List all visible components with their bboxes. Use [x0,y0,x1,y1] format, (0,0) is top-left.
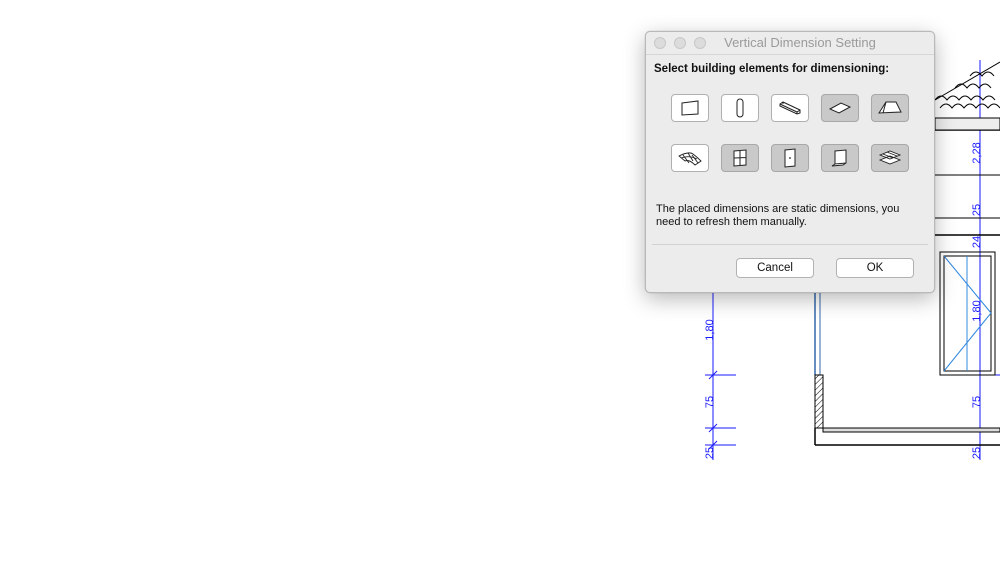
window-toggle-button[interactable] [721,144,759,172]
column-toggle-button[interactable] [721,94,759,122]
roof-toggle-button[interactable] [871,94,909,122]
dialog-titlebar[interactable]: Vertical Dimension Setting [646,32,934,55]
curtain-wall-icon [831,149,847,167]
dimension-label-left-1: 1,80 [704,319,716,340]
column-icon [736,98,744,118]
dimension-label-right-3: 24 [971,236,983,248]
window-icon [733,149,747,167]
dialog-title: Vertical Dimension Setting [724,35,876,50]
dimension-label-left-2: 75 [704,396,716,408]
wall-icon [681,100,699,116]
dialog-heading: Select building elements for dimensionin… [654,63,890,75]
roof-icon [878,101,902,114]
curtain-wall-toggle-button[interactable] [821,144,859,172]
dimension-label-right-1: 2,28 [971,142,983,163]
dimension-label-left-3: 25 [704,447,716,459]
ok-button[interactable]: OK [836,258,914,278]
left-dimension-chain [705,285,736,460]
beam-toggle-button[interactable] [771,94,809,122]
dialog-separator [652,244,928,245]
dimension-label-right-4: 1,80 [971,300,983,321]
beam-icon [779,101,801,115]
dimension-label-right-6: 25 [971,447,983,459]
wall-toggle-button[interactable] [671,94,709,122]
static-dimensions-note: The placed dimensions are static dimensi… [656,203,900,228]
door-toggle-button[interactable] [771,144,809,172]
door-icon [784,148,796,168]
dimension-label-right-5: 75 [971,396,983,408]
slab-icon [828,102,852,114]
vertical-dimension-dialog: Vertical Dimension Setting Select buildi… [645,31,935,293]
slab-toggle-button[interactable] [821,94,859,122]
cancel-button[interactable]: Cancel [736,258,814,278]
dimension-label-right-2: 25 [971,204,983,216]
stair-icon [878,150,902,165]
mesh-toggle-button[interactable] [671,144,709,172]
stair-toggle-button[interactable] [871,144,909,172]
mesh-icon [678,152,702,166]
